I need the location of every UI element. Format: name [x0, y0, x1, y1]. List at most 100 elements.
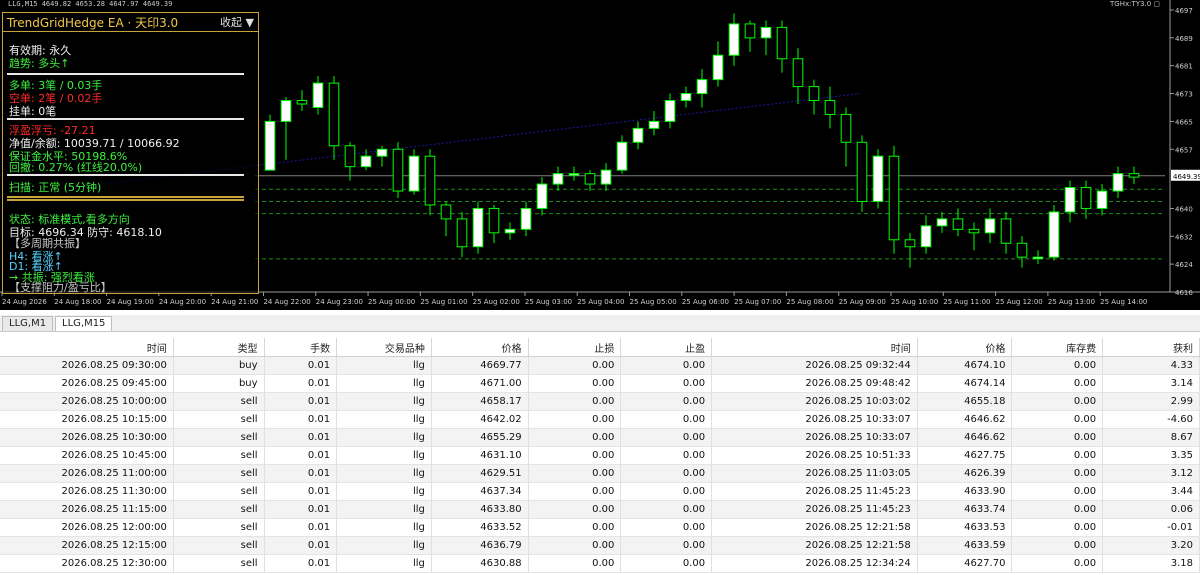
cell-profit: 0.06 — [1102, 500, 1200, 519]
cell-close-time: 2026.08.25 12:21:58 — [711, 536, 918, 555]
cell-stop-loss: 0.00 — [528, 554, 622, 573]
cell-stop-loss: 0.00 — [528, 482, 622, 501]
candle-body — [920, 225, 932, 248]
time-tick-label: 25 Aug 09:00 — [839, 298, 886, 306]
cell-volume: 0.01 — [264, 410, 338, 429]
cell-type: sell — [173, 518, 265, 537]
table-row[interactable]: 2026.08.25 10:45:00 sell 0.01 llg 4631.10 0.0… — [0, 446, 1200, 465]
tab-llg-m1[interactable]: LLG,M1 — [2, 316, 54, 331]
candle-body — [600, 169, 612, 185]
cell-swap: 0.00 — [1011, 554, 1104, 573]
cell-volume: 0.01 — [264, 500, 338, 519]
column-header-profit[interactable]: 获利 — [1102, 338, 1200, 357]
cell-close-time: 2026.08.25 09:32:44 — [711, 356, 918, 375]
cell-symbol: llg — [336, 374, 432, 393]
cell-symbol: llg — [336, 536, 432, 555]
time-tick-label: 24 Aug 22:00 — [263, 298, 310, 306]
column-header-take-profit[interactable]: 止盈 — [620, 338, 713, 357]
cell-open-time: 2026.08.25 11:30:00 — [0, 482, 174, 501]
cell-swap: 0.00 — [1011, 446, 1104, 465]
table-row[interactable]: 2026.08.25 12:15:00 sell 0.01 llg 4636.79 0.0… — [0, 536, 1200, 555]
candle-body — [312, 82, 324, 108]
cell-open-time: 2026.08.25 11:00:00 — [0, 464, 174, 483]
column-header-open-price[interactable]: 价格 — [431, 338, 529, 357]
cell-take-profit: 0.00 — [620, 464, 713, 483]
cell-open-price: 4637.34 — [431, 482, 529, 501]
candle-body — [744, 23, 756, 39]
cell-open-time: 2026.08.25 10:15:00 — [0, 410, 174, 429]
cell-stop-loss: 0.00 — [528, 392, 622, 411]
chart-tabs: LLG,M1 LLG,M15 — [0, 315, 1200, 332]
table-row[interactable]: 2026.08.25 09:30:00 buy 0.01 llg 4669.77 0.00… — [0, 356, 1200, 375]
candle-body — [872, 155, 884, 202]
table-row[interactable]: 2026.08.25 10:30:00 sell 0.01 llg 4655.29 0.0… — [0, 428, 1200, 447]
column-header-symbol[interactable]: 交易品种 — [336, 338, 432, 357]
candle-body — [392, 148, 404, 192]
table-row[interactable]: 2026.08.25 11:30:00 sell 0.01 llg 4637.34 0.0… — [0, 482, 1200, 501]
cell-take-profit: 0.00 — [620, 446, 713, 465]
column-header-swap[interactable]: 库存费 — [1011, 338, 1104, 357]
cell-symbol: llg — [336, 482, 432, 501]
cell-type: buy — [173, 356, 265, 375]
cell-open-price: 4655.29 — [431, 428, 529, 447]
cell-close-time: 2026.08.25 12:34:24 — [711, 554, 918, 573]
cell-profit: 3.12 — [1102, 464, 1200, 483]
table-row[interactable]: 2026.08.25 10:15:00 sell 0.01 llg 4642.02 0.0… — [0, 410, 1200, 429]
cell-close-time: 2026.08.25 11:45:23 — [711, 482, 918, 501]
cell-open-price: 4633.80 — [431, 500, 529, 519]
table-row[interactable]: 2026.08.25 12:00:00 sell 0.01 llg 4633.52 0.0… — [0, 518, 1200, 537]
support-resistance-heading: 【支撑阻力/盈亏比】 — [9, 281, 112, 294]
candle-body — [808, 86, 820, 102]
candle-body — [1000, 218, 1012, 244]
cell-symbol: llg — [336, 428, 432, 447]
column-header-close-price[interactable]: 价格 — [917, 338, 1013, 357]
column-header-volume[interactable]: 手数 — [264, 338, 338, 357]
cell-swap: 0.00 — [1011, 536, 1104, 555]
column-header-close-time[interactable]: 时间 — [711, 338, 918, 357]
cell-type: sell — [173, 500, 265, 519]
time-tick-label: 24 Aug 2026 — [2, 298, 47, 306]
candle-body — [536, 183, 548, 209]
cell-open-price: 4629.51 — [431, 464, 529, 483]
candle-body — [376, 148, 388, 157]
cell-close-price: 4626.39 — [917, 464, 1013, 483]
candle-body — [568, 173, 580, 176]
table-row[interactable]: 2026.08.25 09:45:00 buy 0.01 llg 4671.00 0.00… — [0, 374, 1200, 393]
tab-llg-m15[interactable]: LLG,M15 — [55, 316, 113, 331]
table-row[interactable]: 2026.08.25 12:30:00 sell 0.01 llg 4630.88 0.0… — [0, 554, 1200, 573]
candle-body — [360, 155, 372, 168]
cell-close-time: 2026.08.25 10:33:07 — [711, 410, 918, 429]
cell-take-profit: 0.00 — [620, 554, 713, 573]
column-header-open-time[interactable]: 时间 — [0, 338, 174, 357]
cell-take-profit: 0.00 — [620, 428, 713, 447]
price-chart[interactable]: 4697 4689 4681 4673 4665 4657 4649.39 4640 4632 4… — [0, 0, 1200, 310]
cell-close-price: 4646.62 — [917, 428, 1013, 447]
cell-close-time: 2026.08.25 11:03:05 — [711, 464, 918, 483]
trend-text: 趋势: 多头↑ — [9, 57, 70, 70]
candle-body — [520, 207, 532, 230]
candle-body — [1080, 187, 1092, 209]
time-tick-label: 25 Aug 08:00 — [786, 298, 833, 306]
cell-open-price: 4636.79 — [431, 536, 529, 555]
table-row[interactable]: 2026.08.25 10:00:00 sell 0.01 llg 4658.17 0.0… — [0, 392, 1200, 411]
time-tick-label: 25 Aug 05:00 — [630, 298, 677, 306]
chart-symbol-header: LLG,M15 4649.82 4653.28 4647.97 4649.39 — [8, 0, 173, 8]
column-header-stop-loss[interactable]: 止损 — [528, 338, 622, 357]
candle-body — [1112, 173, 1124, 192]
price-tick-label: 4681 — [1175, 63, 1193, 71]
ea-panel-header: TrendGridHedge EA · 天印3.0 收起 ▼ — [3, 13, 258, 32]
cell-type: buy — [173, 374, 265, 393]
table-row[interactable]: 2026.08.25 11:15:00 sell 0.01 llg 4633.80 0.0… — [0, 500, 1200, 519]
time-tick-label: 25 Aug 11:00 — [943, 298, 990, 306]
time-tick-label: 25 Aug 12:00 — [996, 298, 1043, 306]
scan-status-text: 扫描: 正常 (5分钟) — [9, 181, 102, 194]
collapse-button[interactable]: 收起 ▼ — [220, 14, 254, 30]
cell-swap: 0.00 — [1011, 374, 1104, 393]
cell-symbol: llg — [336, 446, 432, 465]
table-row[interactable]: 2026.08.25 11:00:00 sell 0.01 llg 4629.51 0.0… — [0, 464, 1200, 483]
ea-title: TrendGridHedge EA · 天印3.0 — [7, 15, 179, 30]
column-header-type[interactable]: 类型 — [173, 338, 265, 357]
price-tick-label: 4689 — [1175, 35, 1193, 43]
cell-open-price: 4671.00 — [431, 374, 529, 393]
cell-close-price: 4633.90 — [917, 482, 1013, 501]
